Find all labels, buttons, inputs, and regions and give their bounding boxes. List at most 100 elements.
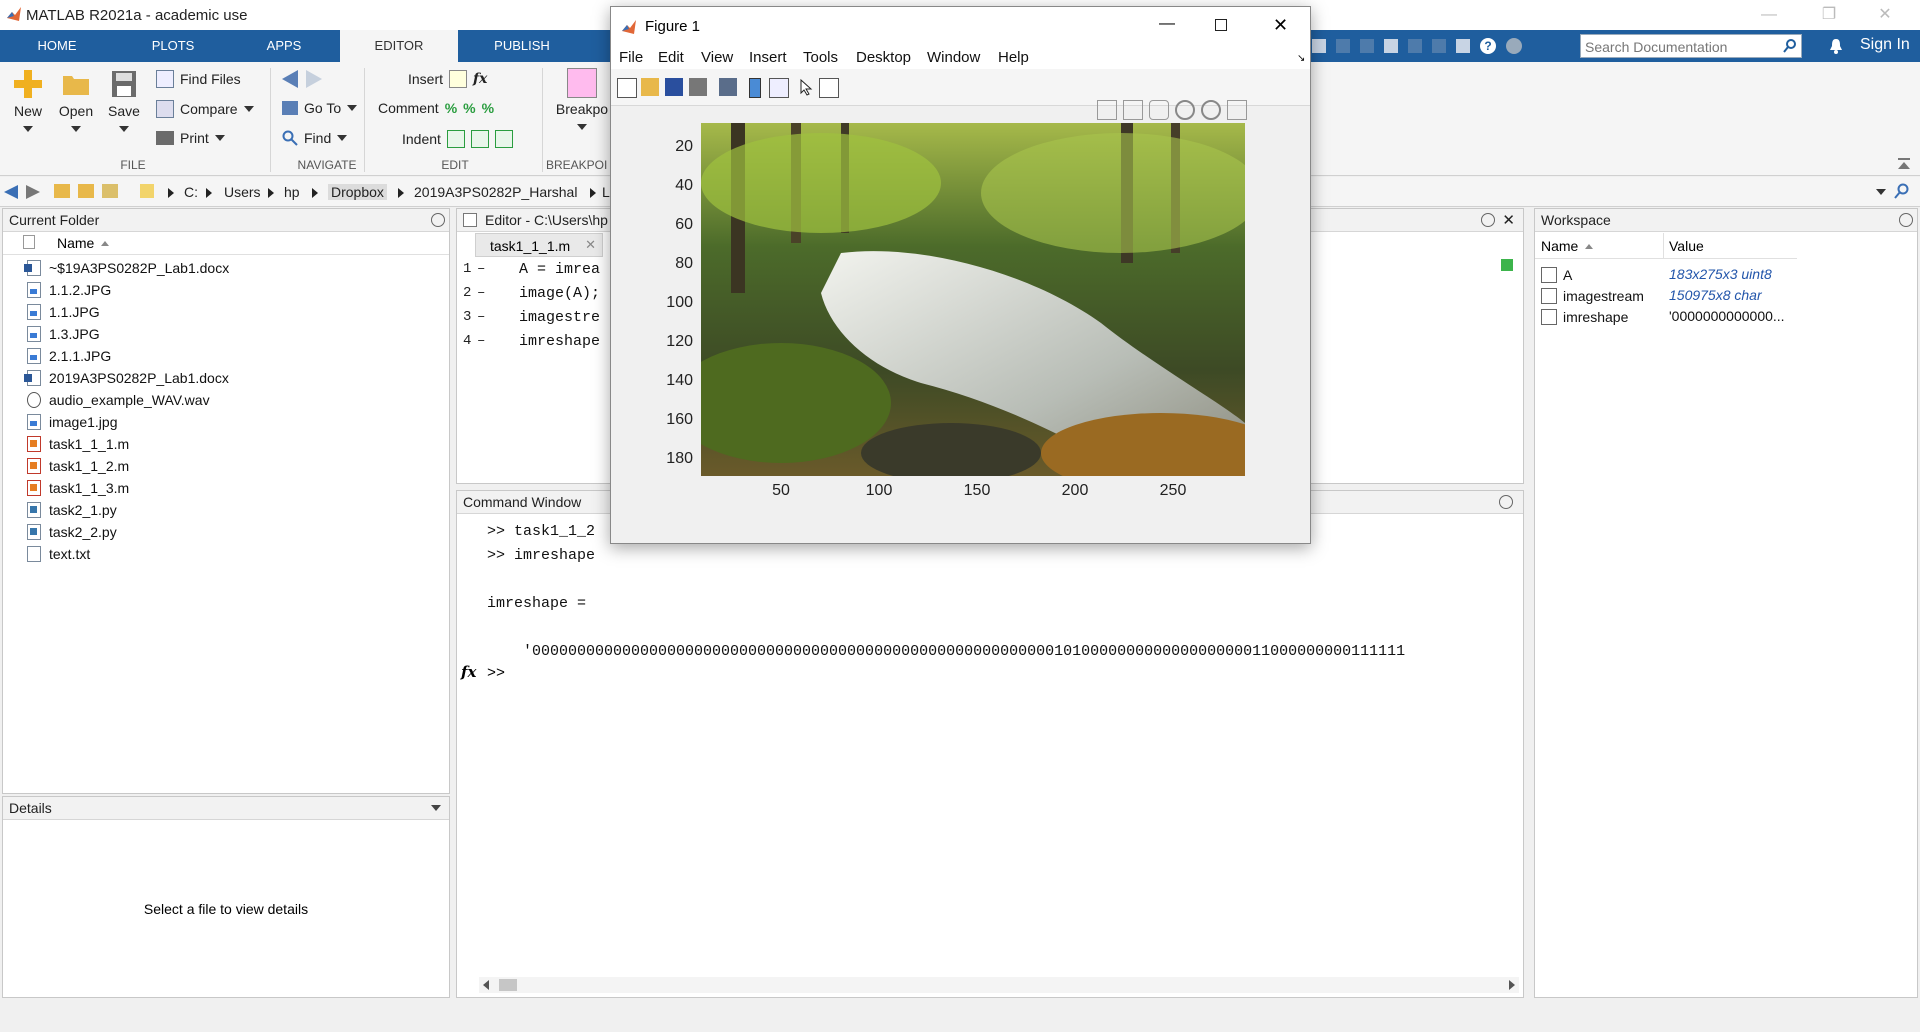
editor-close-icon[interactable]: ✕ [1502,210,1515,232]
tab-home[interactable]: HOME [0,30,114,62]
workspace-name-column[interactable]: Name [1541,238,1578,254]
export-icon[interactable] [1097,100,1117,120]
print-button[interactable]: Print [156,130,225,146]
details-collapse-icon[interactable] [431,805,441,811]
pan-hand-icon[interactable] [1149,100,1169,120]
print-dropdown-icon[interactable] [214,135,225,141]
indent-button[interactable]: Indent [402,130,513,148]
code-line[interactable]: A = imrea [519,261,600,278]
zoom-in-icon[interactable] [1175,100,1195,120]
redo-quick-icon[interactable] [1432,39,1446,53]
address-search-icon[interactable] [1894,183,1910,199]
insert-button[interactable]: Insert fx [408,70,487,88]
up-folder-icon[interactable] [54,184,70,198]
menu-edit[interactable]: Edit [658,49,684,66]
panel-options-icon[interactable] [431,213,445,227]
insert-colorbar-icon[interactable] [749,78,761,98]
wrap-comments-icon[interactable]: % [482,100,494,116]
insert-legend-icon[interactable] [769,78,789,98]
scrollbar-thumb[interactable] [499,979,517,991]
brush-icon[interactable] [1123,100,1143,120]
scroll-right-icon[interactable] [1509,980,1515,990]
save-button[interactable]: Save [104,68,144,135]
save-quick-icon[interactable] [1312,39,1326,53]
breadcrumb-hp[interactable]: hp [284,184,300,200]
community-icon[interactable] [1506,38,1522,54]
zoom-out-icon[interactable] [1201,100,1221,120]
open-button[interactable]: Open [56,68,96,135]
breadcrumb-last[interactable]: L [602,184,610,200]
compare-button[interactable]: Compare [156,100,254,118]
find-files-button[interactable]: Find Files [156,70,241,88]
new-button[interactable]: New [8,68,48,135]
workspace-value-column[interactable]: Value [1669,238,1704,254]
print-figure-icon[interactable] [689,78,707,96]
breadcrumb-dropbox[interactable]: Dropbox [328,184,387,200]
workspace-options-icon[interactable] [1899,213,1913,227]
figure-maximize-button[interactable] [1215,19,1227,31]
switch-windows-icon[interactable] [1456,39,1470,53]
comment-button[interactable]: Comment % % % [378,100,494,116]
editor-options-icon[interactable] [1481,213,1495,227]
file-list-item[interactable]: 1.1.JPG [27,301,100,323]
back-folder-icon[interactable] [4,185,18,199]
open-file-icon[interactable] [641,78,659,96]
file-list-item[interactable]: 2019A3PS0282P_Lab1.docx [24,367,229,389]
tab-plots[interactable]: PLOTS [114,30,232,62]
notification-bell-icon[interactable] [1828,38,1844,54]
command-window-options-icon[interactable] [1499,495,1513,509]
file-list-item[interactable]: task1_1_3.m [27,477,129,499]
undo-quick-icon[interactable] [1408,39,1422,53]
fx-icon[interactable]: fx [473,71,487,87]
scroll-left-icon[interactable] [483,980,489,990]
breakpoints-dropdown-icon[interactable] [577,124,587,130]
file-list-item[interactable]: task1_1_2.m [27,455,129,477]
breadcrumb-users[interactable]: Users [224,184,261,200]
new-figure-icon[interactable] [617,78,637,98]
restore-view-home-icon[interactable] [1227,100,1247,120]
workspace-variable-row[interactable]: A [1541,265,1572,285]
paste-quick-icon[interactable] [1384,39,1398,53]
minimize-button[interactable]: — [1746,0,1792,30]
copy-quick-icon[interactable] [1360,39,1374,53]
uncomment-icon[interactable]: % [463,100,475,116]
search-documentation-field[interactable]: Search Documentation [1580,34,1802,58]
file-list-item[interactable]: ~$19A3PS0282P_Lab1.docx [24,257,229,279]
menu-file[interactable]: File [619,49,643,66]
file-list-item[interactable]: 1.1.2.JPG [27,279,111,301]
code-line[interactable]: imreshape [519,333,600,350]
forward-folder-icon[interactable] [26,185,40,199]
breadcrumb-c[interactable]: C: [184,184,198,200]
property-inspector-icon[interactable] [819,78,839,98]
code-line[interactable]: imagestre [519,309,600,326]
compare-dropdown-icon[interactable] [243,106,254,112]
file-list-item[interactable]: 2.1.1.JPG [27,345,111,367]
search-folder-icon[interactable] [102,184,118,198]
breakpoint-marker[interactable]: – [477,285,485,301]
address-history-dropdown-icon[interactable] [1876,189,1886,195]
breadcrumb-project[interactable]: 2019A3PS0282P_Harshal [414,184,577,200]
new-dropdown-icon[interactable] [23,126,33,132]
menu-desktop[interactable]: Desktop [856,49,911,66]
file-list-item[interactable]: image1.jpg [27,411,118,433]
menu-view[interactable]: View [701,49,733,66]
command-prompt[interactable]: >> [487,665,505,682]
menu-insert[interactable]: Insert [749,49,787,66]
figure-minimize-button[interactable]: — [1159,15,1175,33]
file-list-item[interactable]: task1_1_1.m [27,433,129,455]
workspace-variable-row[interactable]: imagestream [1541,286,1644,306]
code-analyzer-status-icon[interactable] [1501,259,1513,271]
code-line[interactable]: image(A); [519,285,600,302]
tab-publish[interactable]: PUBLISH [462,30,582,62]
file-list-item[interactable]: task2_2.py [27,521,117,543]
file-list-item[interactable]: task2_1.py [27,499,117,521]
breakpoints-button[interactable]: Breakpo [552,68,612,133]
file-list-item[interactable]: text.txt [27,543,90,565]
increase-indent-icon[interactable] [470,130,489,148]
go-to-button[interactable]: Go To [282,100,358,116]
percent-icon[interactable]: % [445,100,457,116]
file-list-item[interactable]: 1.3.JPG [27,323,100,345]
smart-indent-icon[interactable] [446,130,465,148]
open-dropdown-icon[interactable] [71,126,81,132]
restore-button[interactable]: ❐ [1806,0,1852,30]
